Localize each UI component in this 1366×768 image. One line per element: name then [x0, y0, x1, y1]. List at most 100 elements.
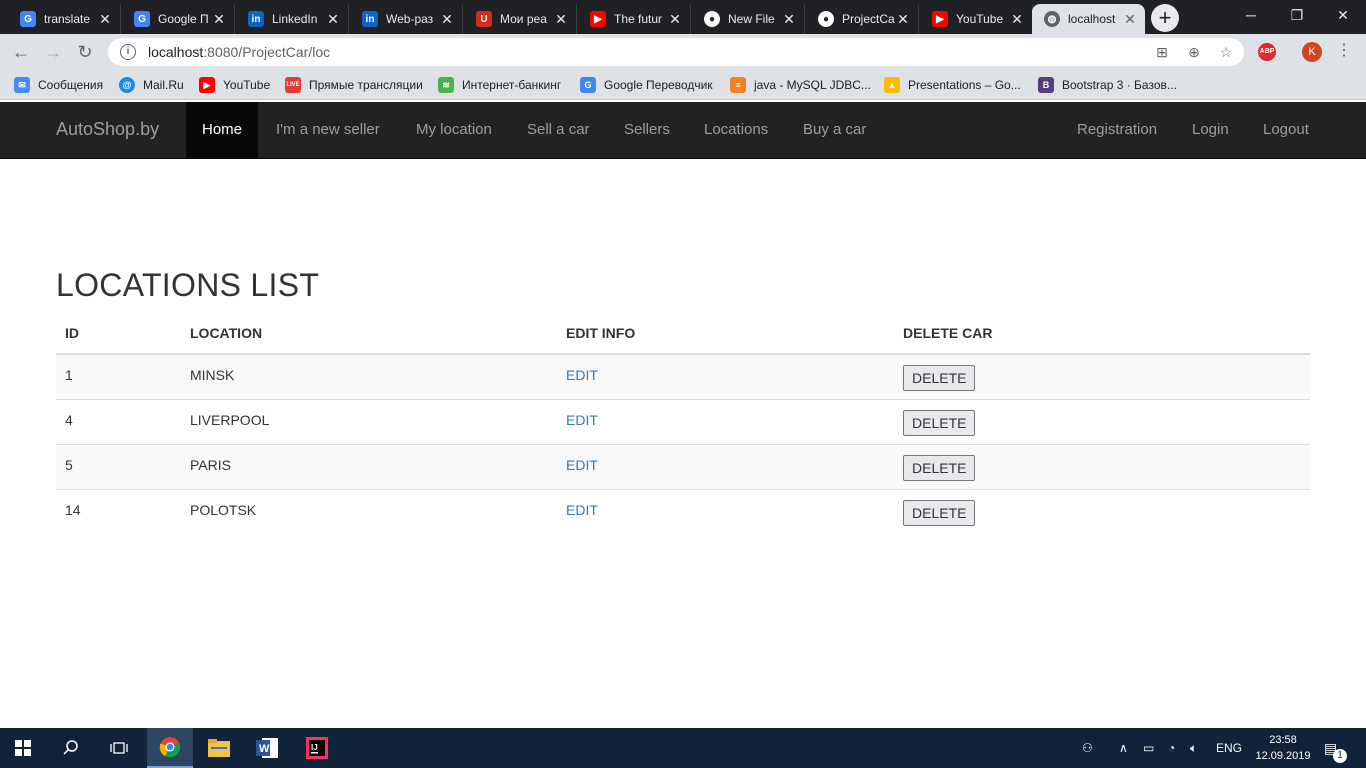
close-icon[interactable]: ✕: [668, 11, 682, 28]
translate-icon[interactable]: ⊞: [1152, 43, 1172, 63]
close-icon[interactable]: ✕: [554, 11, 568, 28]
shield-icon: U: [476, 11, 492, 27]
browser-tab[interactable]: ● New File ✕: [692, 4, 805, 34]
cell-location: PARIS: [181, 443, 557, 489]
clock-date: 12.09.2019: [1255, 750, 1311, 762]
nav-sell-car[interactable]: Sell a car: [511, 102, 606, 158]
intellij-icon[interactable]: IJ: [294, 728, 340, 768]
close-icon[interactable]: ✕: [896, 11, 910, 28]
wifi-icon[interactable]: ◔: [1168, 728, 1175, 768]
edit-link[interactable]: EDIT: [566, 412, 598, 428]
tab-label: The futur: [614, 12, 663, 26]
windows-start-icon[interactable]: [0, 728, 46, 768]
close-icon[interactable]: ✕: [782, 11, 796, 28]
edit-link[interactable]: EDIT: [566, 502, 598, 518]
browser-tab[interactable]: ▶ YouTube ✕: [920, 4, 1033, 34]
browser-tab-active[interactable]: ◍ localhost ✕: [1032, 4, 1145, 34]
column-header: ID: [56, 312, 181, 355]
bookmark-label: Bootstrap 3 · Базов...: [1062, 78, 1177, 92]
bookmark-label: java - MySQL JDBC...: [754, 78, 871, 92]
nav-home[interactable]: Home: [186, 102, 259, 158]
edit-link[interactable]: EDIT: [566, 457, 598, 473]
adblock-icon[interactable]: ABP: [1258, 43, 1276, 61]
browser-tab[interactable]: G translate ✕: [8, 4, 121, 34]
close-window-button[interactable]: ✕: [1320, 0, 1366, 30]
bookmark-item[interactable]: B Bootstrap 3 · Базов...: [1038, 76, 1177, 94]
close-icon[interactable]: ✕: [212, 11, 226, 28]
cell-edit: EDIT: [557, 398, 894, 444]
info-icon[interactable]: i: [120, 44, 136, 60]
google-translate-icon: G: [580, 77, 596, 93]
task-view-icon[interactable]: [96, 728, 142, 768]
browser-tab[interactable]: ▶ The futur ✕: [578, 4, 691, 34]
volume-icon[interactable]: 🔈︎: [1190, 728, 1197, 768]
svg-text:IJ: IJ: [311, 743, 318, 752]
bookmark-item[interactable]: @ Mail.Ru: [119, 76, 184, 94]
message-icon: ✉: [14, 77, 30, 93]
delete-button[interactable]: DELETE: [903, 365, 976, 391]
globe-icon: ◍: [1044, 11, 1060, 27]
close-icon[interactable]: ✕: [326, 11, 340, 28]
forward-button[interactable]: →: [40, 40, 66, 66]
restore-button[interactable]: ❐: [1274, 0, 1320, 30]
clock[interactable]: 23:58 12.09.2019: [1250, 732, 1316, 764]
browser-tab[interactable]: G Google П ✕: [122, 4, 235, 34]
bookmark-item[interactable]: G Google Переводчик: [580, 76, 713, 94]
word-icon[interactable]: W: [244, 728, 290, 768]
browser-tab[interactable]: in Web-раз ✕: [350, 4, 463, 34]
tab-label: Web-раз: [386, 12, 434, 26]
new-tab-button[interactable]: +: [1151, 4, 1179, 32]
nav-new-seller[interactable]: I'm a new seller: [260, 102, 396, 158]
google-drive-icon: ▲: [884, 77, 900, 93]
bookmark-item[interactable]: ▲ Presentations – Go...: [884, 76, 1021, 94]
nav-locations[interactable]: Locations: [688, 102, 784, 158]
delete-button[interactable]: DELETE: [903, 499, 976, 526]
browser-tab[interactable]: U Мои реа ✕: [464, 4, 577, 34]
nav-logout[interactable]: Logout: [1247, 102, 1325, 158]
brand-logo[interactable]: AutoShop.by: [56, 119, 159, 140]
more-menu-icon[interactable]: ⋮: [1336, 40, 1352, 64]
star-icon[interactable]: ☆: [1216, 43, 1236, 63]
tab-label: Мои реа: [500, 12, 547, 26]
notifications-icon[interactable]: ▤: [1324, 728, 1337, 768]
people-icon[interactable]: ⚇: [1082, 728, 1093, 768]
browser-tab[interactable]: in LinkedIn ✕: [236, 4, 349, 34]
edit-link[interactable]: EDIT: [566, 367, 598, 383]
back-button[interactable]: ←: [8, 40, 34, 66]
nav-registration[interactable]: Registration: [1061, 102, 1173, 158]
close-icon[interactable]: ✕: [440, 11, 454, 28]
language-indicator[interactable]: ENG: [1216, 728, 1242, 768]
cell-delete: DELETE: [894, 353, 1310, 399]
bookmark-item[interactable]: LIVE Прямые трансляции: [285, 76, 423, 94]
close-icon[interactable]: ✕: [98, 11, 112, 28]
delete-button[interactable]: DELETE: [903, 454, 976, 481]
browser-tab[interactable]: ● ProjectCa ✕: [806, 4, 919, 34]
bookmark-item[interactable]: ▶ YouTube: [199, 76, 270, 94]
delete-button[interactable]: DELETE: [903, 409, 976, 436]
zoom-icon[interactable]: ⊕: [1184, 43, 1204, 63]
search-icon[interactable]: [48, 728, 94, 768]
bookmark-item[interactable]: ≡ java - MySQL JDBC...: [730, 76, 871, 94]
bookmark-label: Интернет-банкинг: [462, 78, 562, 92]
bookmark-item[interactable]: ≋ Интернет-банкинг: [438, 76, 561, 94]
bookmark-label: Прямые трансляции: [309, 78, 423, 92]
close-icon[interactable]: ✕: [1010, 11, 1024, 28]
nav-login[interactable]: Login: [1176, 102, 1245, 158]
chrome-icon[interactable]: [147, 728, 193, 768]
reload-button[interactable]: ↻: [72, 40, 98, 66]
nav-buy-car[interactable]: Buy a car: [787, 102, 882, 158]
file-explorer-icon[interactable]: [196, 728, 242, 768]
battery-icon[interactable]: ▭: [1143, 728, 1154, 768]
github-icon: ●: [818, 11, 834, 27]
address-bar[interactable]: i localhost:8080/ProjectCar/loc ⊞ ⊕ ☆: [108, 38, 1244, 66]
nav-sellers[interactable]: Sellers: [608, 102, 686, 158]
chevron-up-icon[interactable]: ∧: [1119, 728, 1128, 768]
profile-avatar[interactable]: K: [1302, 42, 1322, 62]
column-header: DELETE CAR: [894, 312, 1310, 355]
bookmark-item[interactable]: ✉ Сообщения: [14, 76, 103, 94]
nav-my-location[interactable]: My location: [400, 102, 508, 158]
minimize-button[interactable]: ─: [1228, 0, 1274, 30]
close-icon[interactable]: ✕: [1123, 11, 1137, 28]
column-header: EDIT INFO: [557, 312, 894, 355]
column-header: LOCATION: [181, 312, 557, 355]
